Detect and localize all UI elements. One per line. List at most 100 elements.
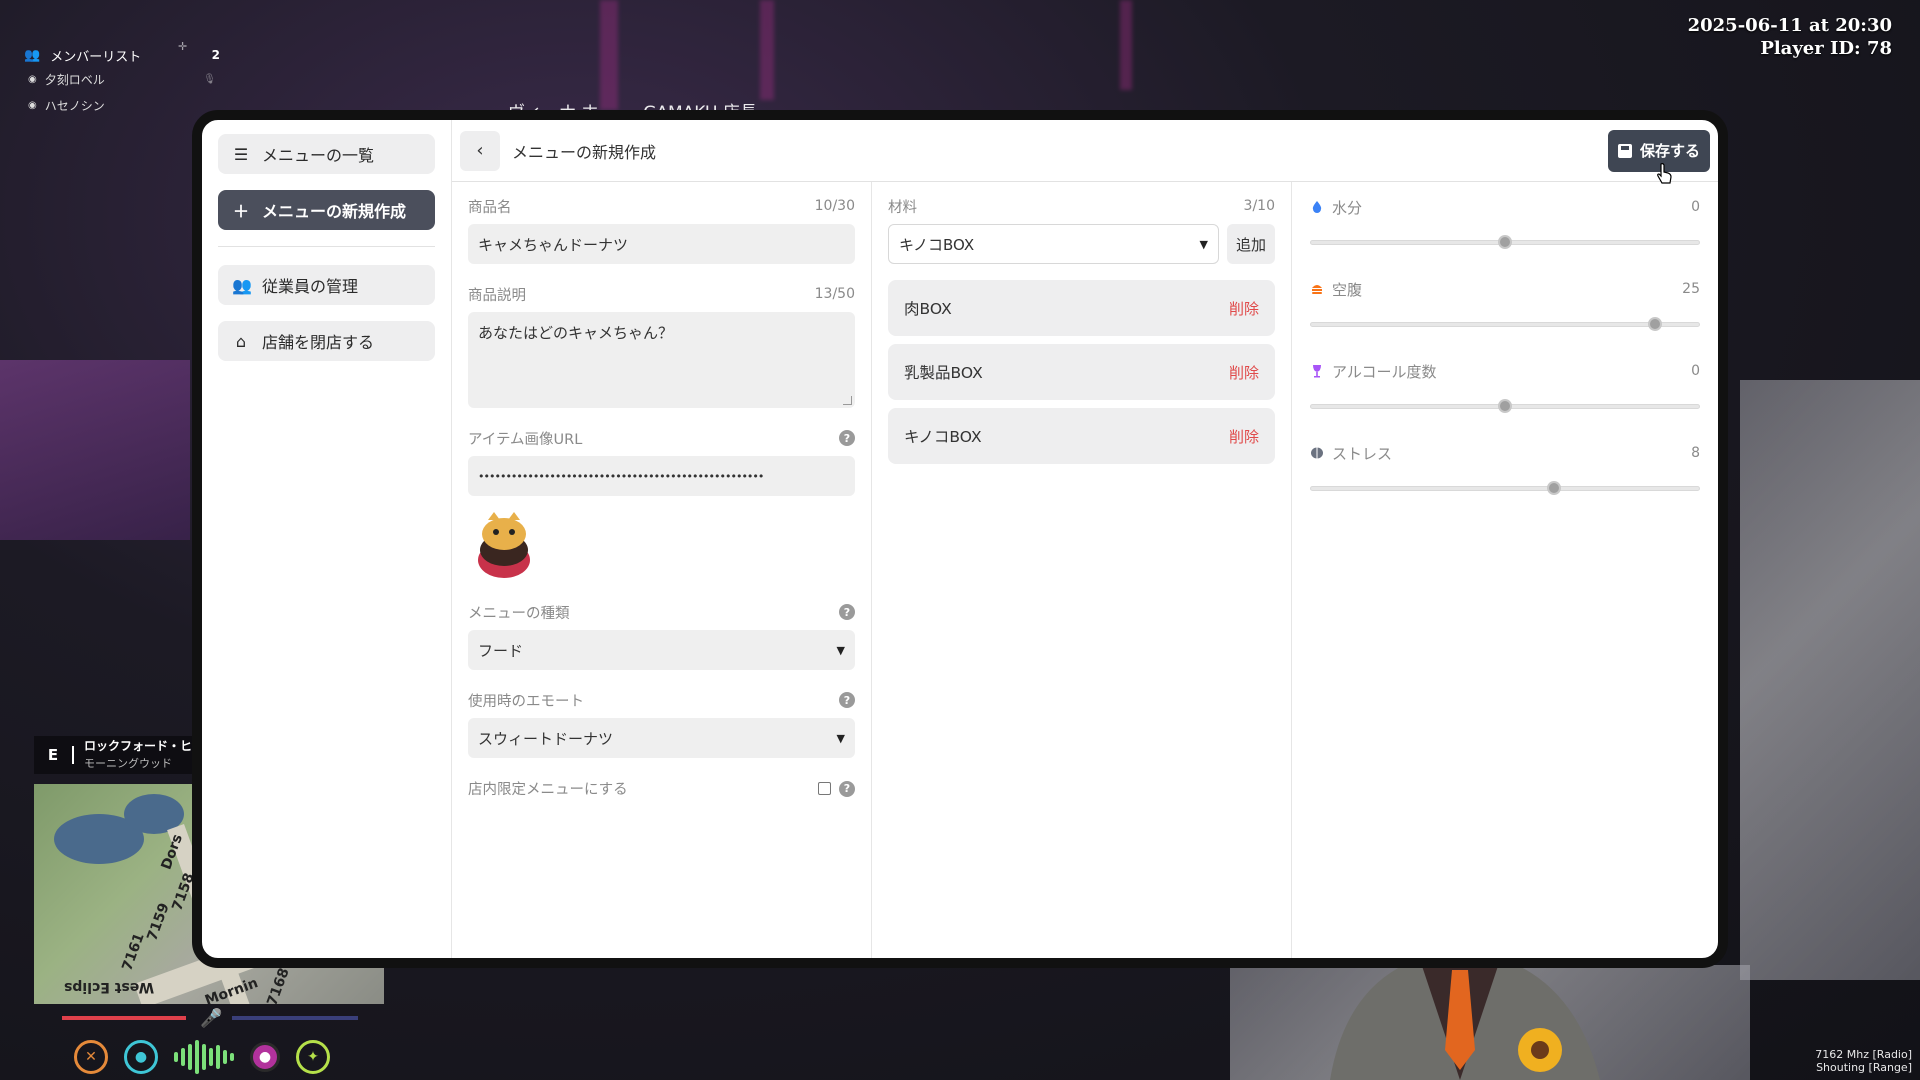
compass-direction: E <box>34 746 74 764</box>
sidebar-item-label: 従業員の管理 <box>262 277 359 296</box>
material-select[interactable]: キノコBOX ▼ <box>888 224 1219 264</box>
map-label: 7168 <box>264 965 293 1004</box>
emote-select[interactable]: スウィートドーナツ ▼ <box>468 718 855 758</box>
sidebar-item-new-menu[interactable]: ＋ メニューの新規作成 <box>218 190 435 230</box>
server-info: 2025-06-11 at 20:30 Player ID: 78 <box>1688 14 1892 60</box>
field-label: 商品説明 <box>468 287 526 304</box>
chevron-down-icon: ▼ <box>1199 237 1208 251</box>
radio-frequency: 7162 Mhz [Radio] <box>1815 1048 1912 1061</box>
description-textarea[interactable]: あなたはどのキャメちゃん？ <box>468 312 855 408</box>
slider-handle[interactable] <box>1648 317 1663 331</box>
help-icon[interactable]: ? <box>839 692 855 708</box>
help-icon[interactable]: ? <box>839 604 855 620</box>
sidebar-item-close-store[interactable]: ⌂ 店舗を閉店する <box>218 321 435 361</box>
select-value: キノコBOX <box>899 235 975 254</box>
voice-range: Shouting [Range] <box>1816 1061 1912 1074</box>
stat-hunger: 空腹 25 <box>1310 278 1700 334</box>
chevron-down-icon: ▼ <box>836 731 845 745</box>
plus-icon: ＋ <box>232 202 249 221</box>
stat-water: 水分 0 <box>1310 196 1700 252</box>
signal-icon: ◉ <box>28 73 37 85</box>
save-label: 保存する <box>1639 142 1700 160</box>
map-label: 7161 <box>119 930 148 974</box>
name-input[interactable]: キャメちゃんドーナツ <box>468 224 855 264</box>
hunger-icon: ✕ <box>74 1040 108 1074</box>
voice-level-icon <box>174 1040 234 1074</box>
list-icon: ☰ <box>233 144 249 164</box>
form-columns: 商品名 10/30 キャメちゃんドーナツ 商品説明 13/50 あなたはどのキャ… <box>452 182 1718 958</box>
stat-value: 0 <box>1691 363 1700 379</box>
emote-header: 使用時のエモート ? <box>468 690 855 710</box>
store-limited-controls: ? <box>818 780 855 797</box>
stat-value: 0 <box>1691 199 1700 215</box>
stat-label: 空腹 <box>1332 280 1363 299</box>
help-icon[interactable]: ? <box>839 430 855 446</box>
microphone-icon: 🎤 <box>200 1008 223 1029</box>
field-label: 材料 <box>888 199 917 216</box>
map-label: 7159 <box>144 900 173 944</box>
page-title: メニューの新規作成 <box>512 142 657 162</box>
stat-header: アルコール度数 0 <box>1310 360 1700 382</box>
material-item: 乳製品BOX 削除 <box>888 344 1275 400</box>
member-list-title: メンバーリスト <box>50 49 142 65</box>
menu-editor-panel: ☰ メニューの一覧 ＋ メニューの新規作成 👥 従業員の管理 ⌂ 店舗を閉店する… <box>192 110 1728 968</box>
member-count: 2 <box>211 48 220 62</box>
store-limited-checkbox[interactable] <box>818 782 831 795</box>
stat-stress: ストレス 8 <box>1310 442 1700 498</box>
stat-header: 空腹 25 <box>1310 278 1700 300</box>
sidebar-item-staff[interactable]: 👥 従業員の管理 <box>218 265 435 305</box>
game-floor <box>0 360 190 540</box>
street-sub: モーニングウッド <box>84 757 172 770</box>
stress-icon: ● <box>250 1042 280 1072</box>
member-name: ハセノシン <box>44 98 105 113</box>
chevron-down-icon: ▼ <box>836 643 845 657</box>
sidebar-item-menu-list[interactable]: ☰ メニューの一覧 <box>218 134 435 174</box>
image-url-input[interactable]: ••••••••••••••••••••••••••••••••••••••••… <box>468 456 855 496</box>
chevron-left-icon: ‹ <box>476 140 484 161</box>
status-icons: ✕ ● ● ✦ <box>74 1040 330 1074</box>
marble-counter <box>1740 380 1920 980</box>
stats-column: 水分 0 空腹 25 アルコール度数 0 ストレス 8 <box>1292 182 1718 958</box>
delete-material-button[interactable]: 削除 <box>1229 298 1259 319</box>
delete-material-button[interactable]: 削除 <box>1229 426 1259 447</box>
stat-label-group: アルコール度数 <box>1310 361 1437 382</box>
member-list: 👥 メンバーリスト ✛ 2 ◉ 夕刻ロベル 🎙 ◉ ハセノシン <box>24 40 224 118</box>
burger-icon <box>1312 285 1322 294</box>
slider-handle[interactable] <box>1498 399 1512 413</box>
add-material-button[interactable]: 追加 <box>1227 224 1275 264</box>
slider-handle[interactable] <box>1546 481 1561 495</box>
main-content: ‹ メニューの新規作成 保存する 商品名 10/30 キャメちゃんドーナツ 商品… <box>452 120 1718 958</box>
sidebar: ☰ メニューの一覧 ＋ メニューの新規作成 👥 従業員の管理 ⌂ 店舗を閉店する <box>202 120 452 958</box>
stat-alcohol: アルコール度数 0 <box>1310 360 1700 416</box>
member-row: ◉ ハセノシン <box>24 92 224 118</box>
name-field-header: 商品名 10/30 <box>468 196 855 216</box>
back-button[interactable]: ‹ <box>460 130 500 171</box>
slider-handle[interactable] <box>1498 235 1512 249</box>
alcohol-slider[interactable] <box>1310 396 1700 416</box>
stat-label-group: 空腹 <box>1310 279 1362 300</box>
store-limited-row: 店内限定メニューにする ? <box>468 778 855 799</box>
water-slider[interactable] <box>1310 232 1700 252</box>
member-name: 夕刻ロベル <box>44 72 105 87</box>
stat-header: 水分 0 <box>1310 196 1700 218</box>
char-count: 10/30 <box>814 198 855 214</box>
material-add-row: キノコBOX ▼ 追加 <box>888 224 1275 264</box>
material-item: 肉BOX 削除 <box>888 280 1275 336</box>
char-count: 13/50 <box>814 286 855 302</box>
field-label: 店内限定メニューにする <box>468 782 628 798</box>
health-bar <box>62 1016 186 1020</box>
map-label: West Eclips <box>64 979 155 995</box>
street-main: ロックフォード・ヒ <box>84 739 193 753</box>
materials-count: 3/10 <box>1243 198 1275 214</box>
materials-header: 材料 3/10 <box>888 196 1275 216</box>
water-drop-icon <box>1312 201 1322 213</box>
materials-column: 材料 3/10 キノコBOX ▼ 追加 肉BOX 削除 乳製品BOX 削除 キノ… <box>872 182 1292 958</box>
menu-type-select[interactable]: フード ▼ <box>468 630 855 670</box>
stat-header: ストレス 8 <box>1310 442 1700 464</box>
delete-material-button[interactable]: 削除 <box>1229 362 1259 383</box>
stat-value: 25 <box>1682 281 1700 297</box>
stress-slider[interactable] <box>1310 478 1700 498</box>
field-label: メニューの種類 <box>468 605 570 622</box>
help-icon[interactable]: ? <box>839 780 855 797</box>
hunger-slider[interactable] <box>1310 314 1700 334</box>
